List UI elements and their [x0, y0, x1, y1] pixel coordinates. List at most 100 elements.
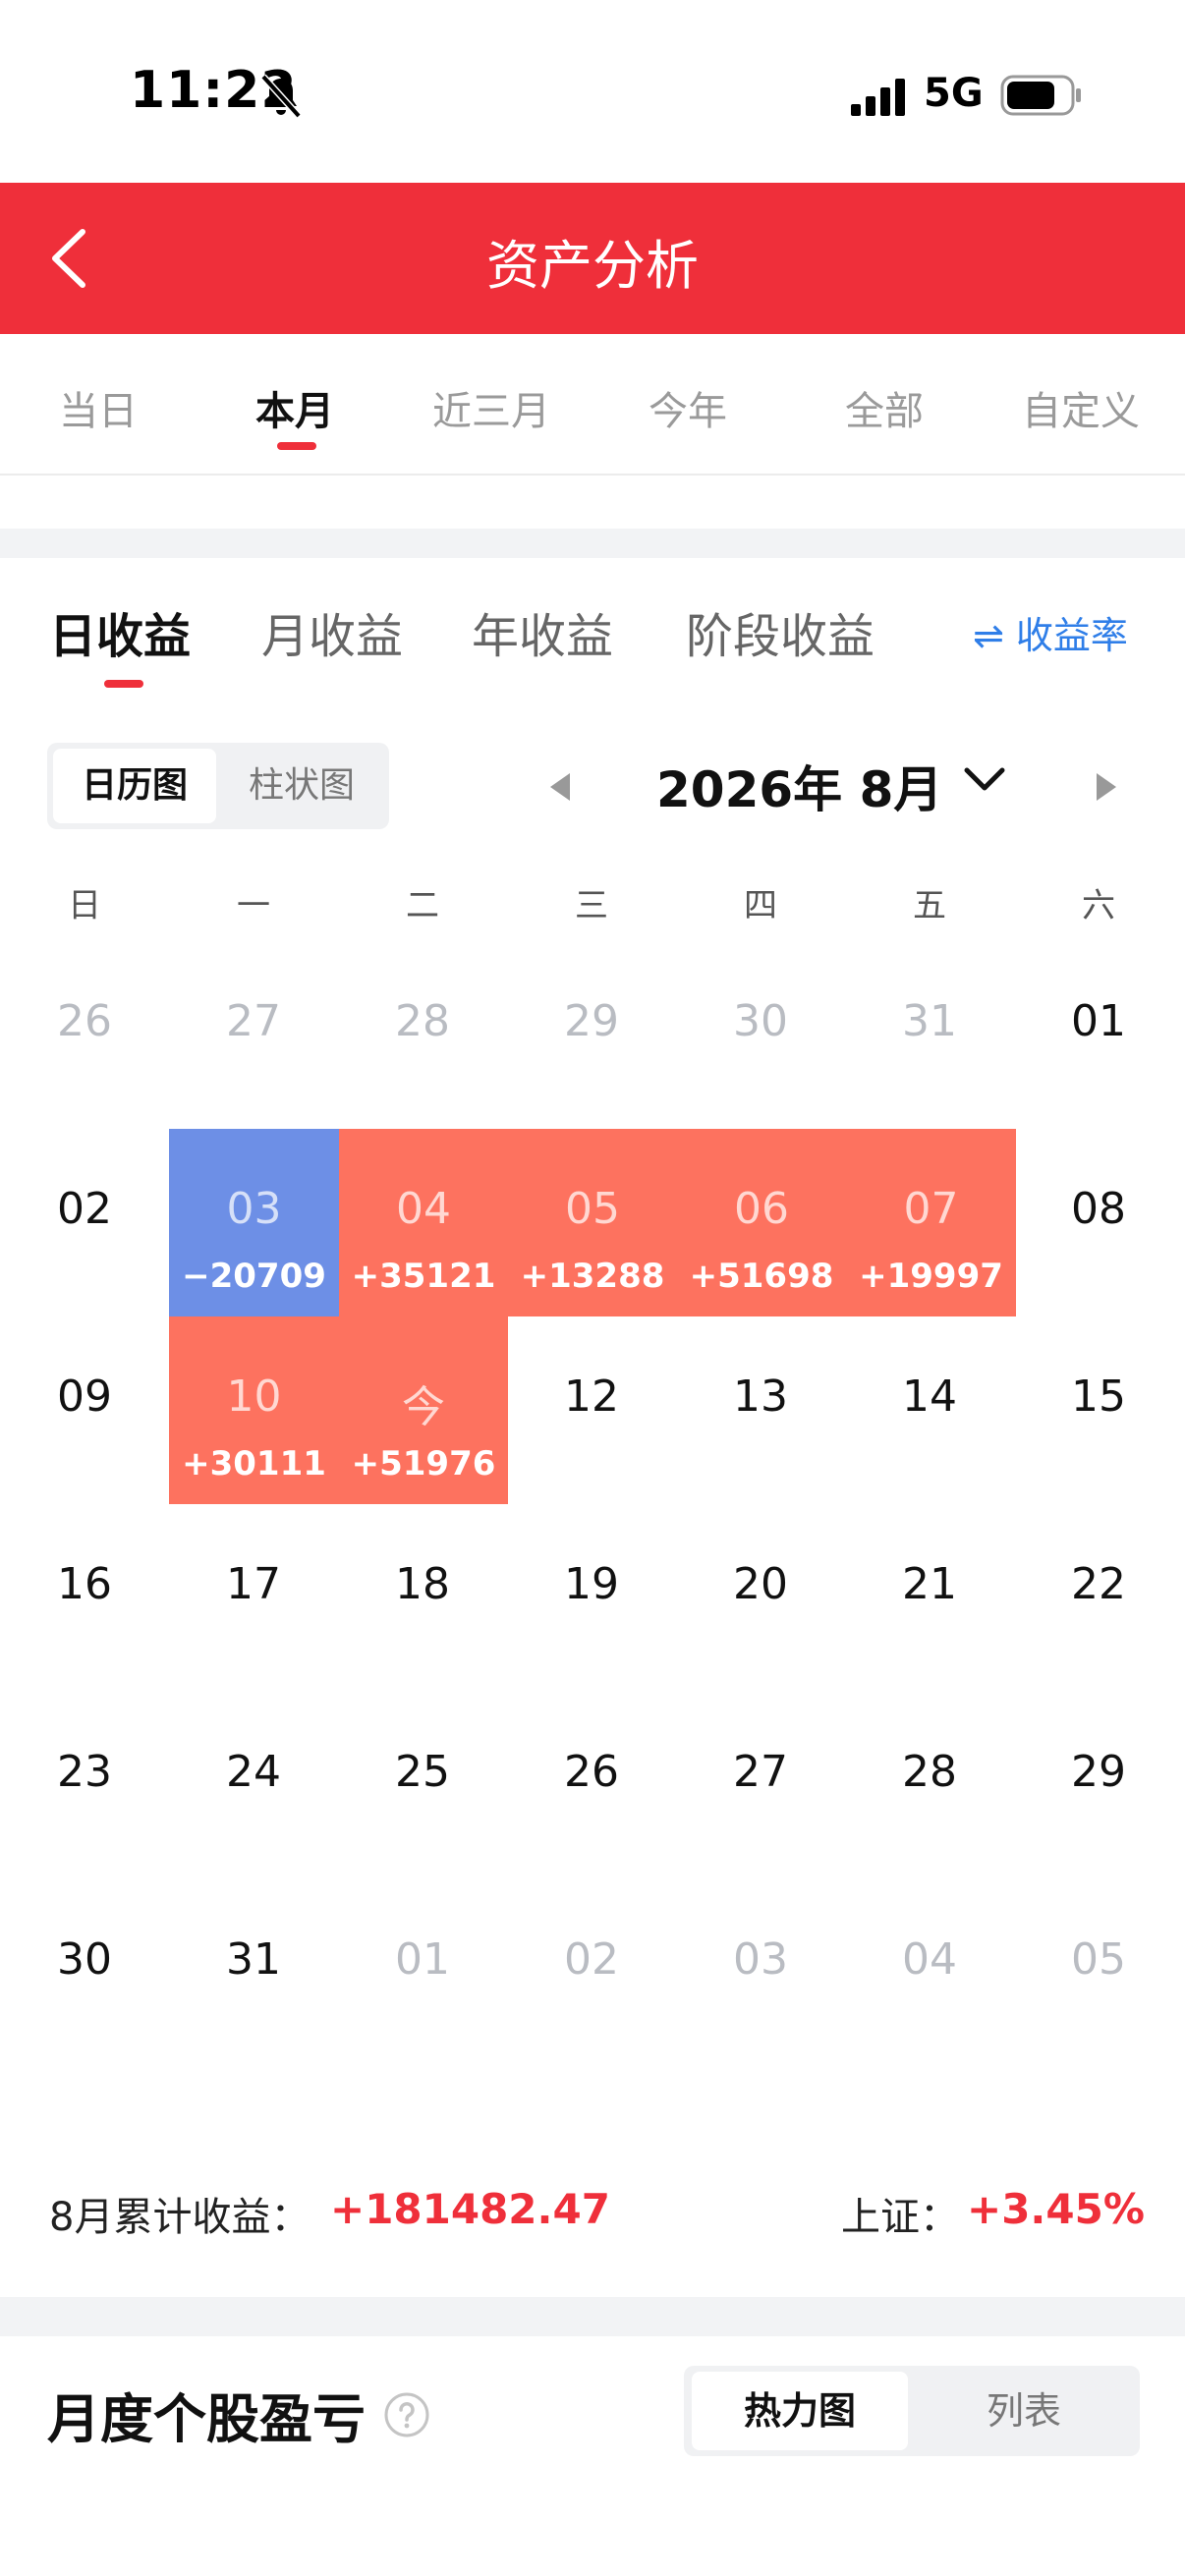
calendar-day[interactable]: 13 — [676, 1316, 845, 1504]
calendar-day[interactable]: 31 — [169, 1879, 338, 2067]
day-number: 30 — [57, 1934, 112, 1985]
stock-view-switch: 热力图 列表 — [684, 2366, 1140, 2456]
calendar-day[interactable]: 04 +35121 — [339, 1129, 508, 1316]
calendar-day[interactable]: 15 — [1014, 1316, 1183, 1504]
weekday-label: 日 — [68, 886, 101, 925]
calendar-day[interactable]: 14 — [845, 1316, 1014, 1504]
day-number: 31 — [902, 996, 957, 1046]
calendar-day[interactable]: 17 — [169, 1504, 338, 1692]
day-number: 12 — [564, 1372, 619, 1422]
calendar-day[interactable]: 25 — [338, 1692, 507, 1879]
calendar-day[interactable]: 03 −20709 — [169, 1129, 339, 1316]
day-number: 28 — [902, 1747, 957, 1797]
chevron-down-icon[interactable] — [961, 762, 1008, 798]
calendar-day[interactable]: 26 — [0, 941, 169, 1129]
calendar-day[interactable]: 27 — [169, 941, 338, 1129]
month-total-label: 8月累计收益： — [49, 2195, 310, 2240]
heatmap-button[interactable]: 热力图 — [692, 2372, 908, 2450]
tab-all[interactable]: 全部 — [786, 379, 983, 436]
calendar-day[interactable]: 27 — [676, 1692, 845, 1879]
app-header: 资产分析 — [0, 183, 1185, 334]
period-tabs: 当日 本月 近三月 今年 全部 自定义 — [0, 334, 1185, 476]
day-number: 23 — [57, 1747, 112, 1797]
calendar-day[interactable]: 28 — [845, 1692, 1014, 1879]
day-number: 26 — [564, 1747, 619, 1797]
month-label[interactable]: 2026年 8月 — [656, 751, 942, 821]
question-circle-icon[interactable] — [383, 2391, 430, 2438]
calendar-day[interactable]: 21 — [845, 1504, 1014, 1692]
calendar-day[interactable]: 08 — [1014, 1129, 1183, 1316]
list-button[interactable]: 列表 — [912, 2372, 1136, 2450]
day-income-value: −20709 — [182, 1257, 326, 1296]
day-number: 13 — [733, 1372, 788, 1422]
calendar-day[interactable]: 22 — [1014, 1504, 1183, 1692]
calendar-day[interactable]: 02 — [0, 1129, 169, 1316]
day-income-value: +19997 — [859, 1257, 1003, 1296]
day-number: 29 — [1071, 1747, 1126, 1797]
day-number: 05 — [1071, 1934, 1126, 1985]
day-number: 04 — [396, 1184, 451, 1234]
return-rate-toggle[interactable]: ⇌ 收益率 — [973, 605, 1128, 659]
day-number: 10 — [226, 1372, 282, 1422]
calendar-day[interactable]: 06 +51698 — [677, 1129, 846, 1316]
calendar-day[interactable]: 26 — [507, 1692, 676, 1879]
tab-today[interactable]: 当日 — [0, 379, 197, 436]
bar-view-button[interactable]: 柱状图 — [220, 749, 383, 823]
calendar-day[interactable]: 02 — [507, 1879, 676, 2067]
day-number: 17 — [226, 1559, 281, 1609]
tab-last-three-months[interactable]: 近三月 — [393, 379, 590, 436]
calendar-day[interactable]: 29 — [1014, 1692, 1183, 1879]
day-number: 31 — [226, 1934, 281, 1985]
day-number: 02 — [57, 1184, 112, 1234]
day-number: 今 — [402, 1382, 445, 1432]
tab-monthly-income[interactable]: 月收益 — [261, 597, 403, 666]
calendar-day[interactable]: 31 — [845, 941, 1014, 1129]
next-month-icon[interactable] — [1091, 770, 1120, 804]
day-number: 08 — [1071, 1184, 1126, 1234]
calendar-day[interactable]: 12 — [507, 1316, 676, 1504]
day-income-value: +51976 — [351, 1444, 496, 1484]
calendar-day[interactable]: 05 +13288 — [508, 1129, 677, 1316]
day-number: 04 — [902, 1934, 957, 1985]
calendar-view-button[interactable]: 日历图 — [53, 749, 216, 823]
calendar-day[interactable]: 18 — [338, 1504, 507, 1692]
prev-month-icon[interactable] — [546, 770, 576, 804]
calendar-day[interactable]: 09 — [0, 1316, 169, 1504]
calendar-day[interactable]: 29 — [507, 941, 676, 1129]
calendar-day[interactable]: 19 — [507, 1504, 676, 1692]
status-bar: 11:22 5G — [0, 0, 1185, 183]
calendar-day[interactable]: 03 — [676, 1879, 845, 2067]
tab-this-month[interactable]: 本月 — [197, 379, 393, 436]
month-summary: 8月累计收益： +181482.47 上证： +3.45% — [0, 2171, 1185, 2269]
day-income-value: +35121 — [351, 1257, 496, 1296]
calendar-day[interactable]: 30 — [676, 941, 845, 1129]
day-number: 29 — [564, 996, 619, 1046]
calendar-day[interactable]: 30 — [0, 1879, 169, 2067]
calendar-day[interactable]: 24 — [169, 1692, 338, 1879]
calendar-day[interactable]: 10 +30111 — [169, 1316, 339, 1504]
tab-this-year[interactable]: 今年 — [590, 379, 786, 436]
calendar-day[interactable]: 20 — [676, 1504, 845, 1692]
day-number: 27 — [733, 1747, 788, 1797]
calendar-day[interactable]: 16 — [0, 1504, 169, 1692]
tab-daily-income[interactable]: 日收益 — [49, 597, 191, 666]
day-number: 25 — [395, 1747, 450, 1797]
calendar-day[interactable]: 01 — [338, 1879, 507, 2067]
calendar-day[interactable]: 28 — [338, 941, 507, 1129]
tab-custom[interactable]: 自定义 — [983, 379, 1179, 436]
calendar-day[interactable]: 23 — [0, 1692, 169, 1879]
index-label: 上证： — [841, 2195, 959, 2240]
calendar-day[interactable]: 今 +51976 — [339, 1316, 508, 1504]
day-income-value: +13288 — [520, 1257, 665, 1296]
tab-yearly-income[interactable]: 年收益 — [472, 597, 613, 666]
weekday-header: 日 一 二 三 四 五 六 — [0, 878, 1185, 937]
calendar-day[interactable]: 07 +19997 — [846, 1129, 1016, 1316]
network-label: 5G — [924, 71, 984, 116]
tab-stage-income[interactable]: 阶段收益 — [686, 597, 875, 666]
calendar-day[interactable]: 05 — [1014, 1879, 1183, 2067]
day-number: 22 — [1071, 1559, 1126, 1609]
calendar-day[interactable]: 01 — [1014, 941, 1183, 1129]
day-number: 15 — [1071, 1372, 1126, 1422]
calendar-day[interactable]: 04 — [845, 1879, 1014, 2067]
day-number: 18 — [395, 1559, 450, 1609]
